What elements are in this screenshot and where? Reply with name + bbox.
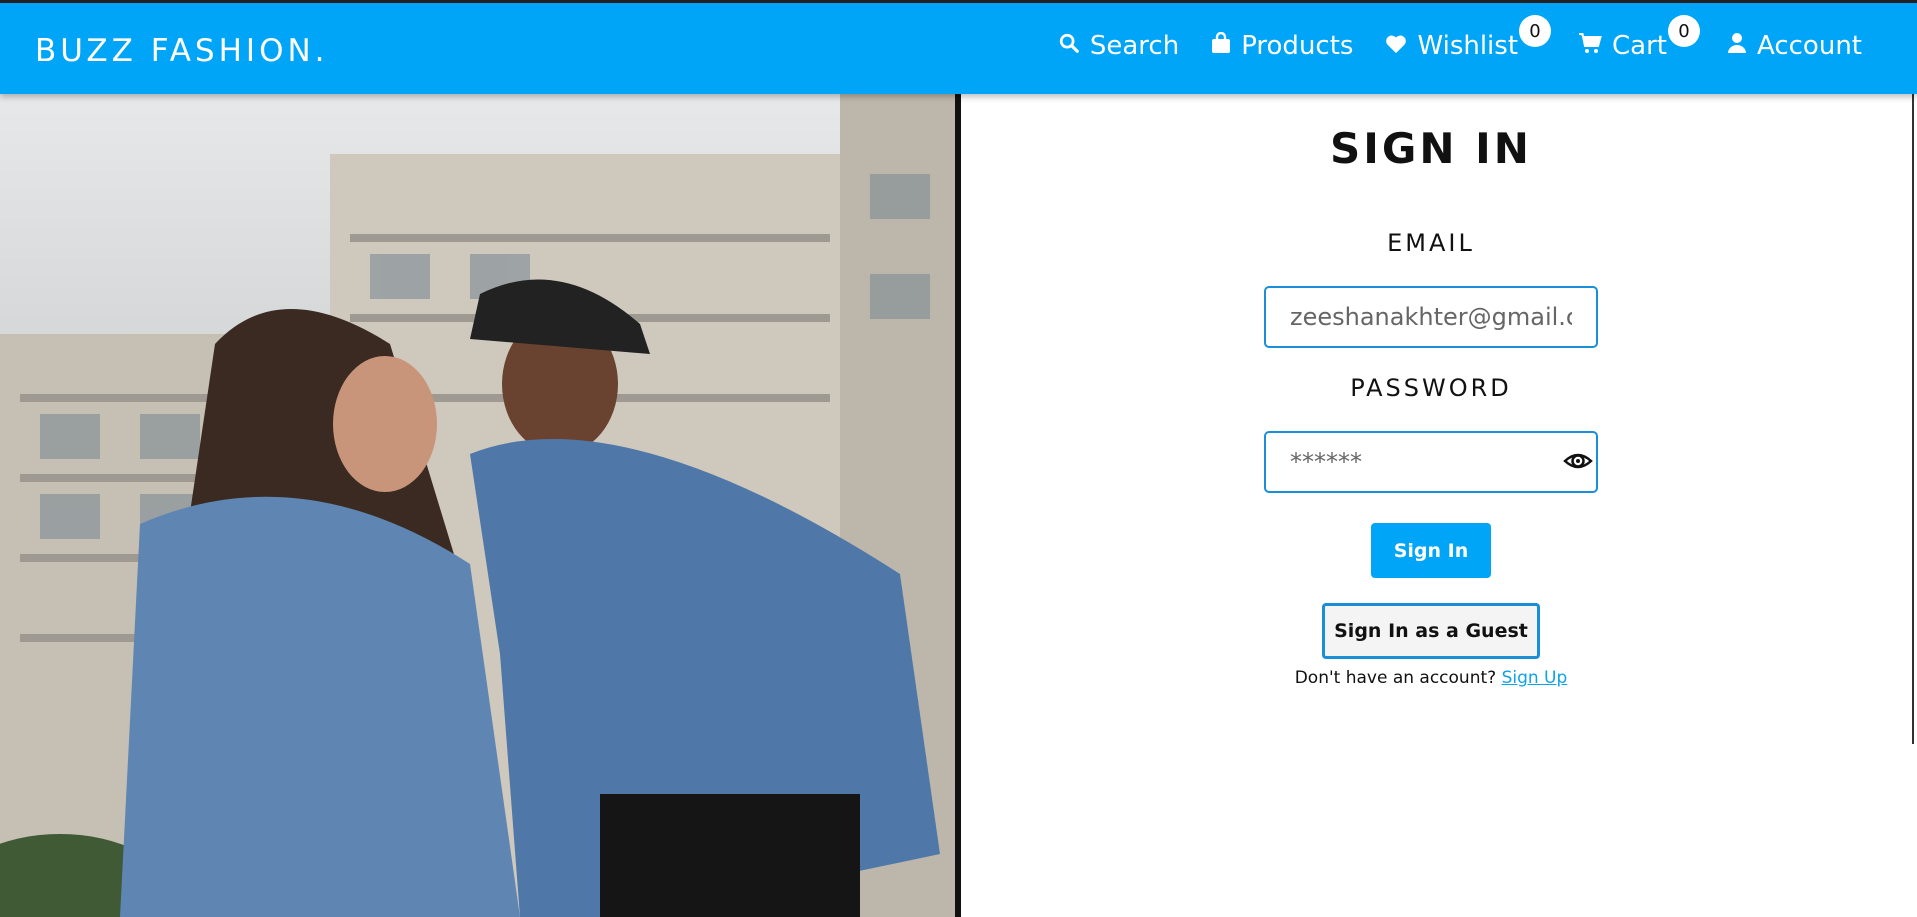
email-label: EMAIL: [1387, 229, 1475, 257]
top-navbar: BUZZ FASHION. Search Products Wishlist 0: [0, 0, 1917, 94]
hero-photo: [0, 94, 958, 917]
hero-photo-illustration: [0, 94, 955, 917]
nav-search-label: Search: [1089, 31, 1180, 61]
nav-products[interactable]: Products: [1211, 31, 1353, 61]
bag-icon: [1211, 31, 1231, 61]
brand-logo[interactable]: BUZZ FASHION.: [35, 33, 329, 69]
password-label: PASSWORD: [1350, 374, 1512, 402]
scrollbar[interactable]: [1912, 94, 1914, 744]
cart-count-badge: 0: [1668, 15, 1701, 47]
guest-sign-in-button[interactable]: Sign In as a Guest: [1322, 603, 1540, 659]
nav-account-label: Account: [1757, 31, 1862, 61]
sign-up-link[interactable]: Sign Up: [1502, 668, 1568, 688]
heart-icon: [1385, 31, 1407, 61]
nav-account[interactable]: Account: [1727, 31, 1862, 61]
search-icon: [1058, 31, 1080, 61]
sign-in-button[interactable]: Sign In: [1371, 523, 1491, 578]
signup-prompt: Don't have an account? Sign Up: [961, 668, 1901, 688]
show-password-eye-icon[interactable]: [1563, 446, 1593, 476]
nav-wishlist-label: Wishlist: [1417, 31, 1519, 61]
nav-cart-label: Cart: [1612, 31, 1668, 61]
nav-cart[interactable]: Cart 0: [1578, 15, 1701, 61]
nav-products-label: Products: [1241, 31, 1354, 61]
nav-wishlist[interactable]: Wishlist 0: [1385, 15, 1552, 61]
cart-icon: [1578, 31, 1602, 61]
nav-search[interactable]: Search: [1058, 31, 1179, 61]
password-field[interactable]: [1264, 431, 1598, 493]
no-account-text: Don't have an account?: [1294, 668, 1502, 688]
signin-panel: SIGN IN EMAIL PASSWORD Sign In Sign In a…: [961, 94, 1901, 917]
main-nav: Search Products Wishlist 0 Cart 0 Accoun…: [1058, 15, 1862, 61]
page-title: SIGN IN: [1330, 124, 1532, 173]
wishlist-count-badge: 0: [1519, 15, 1552, 47]
user-icon: [1727, 31, 1747, 61]
email-field[interactable]: [1264, 286, 1598, 348]
